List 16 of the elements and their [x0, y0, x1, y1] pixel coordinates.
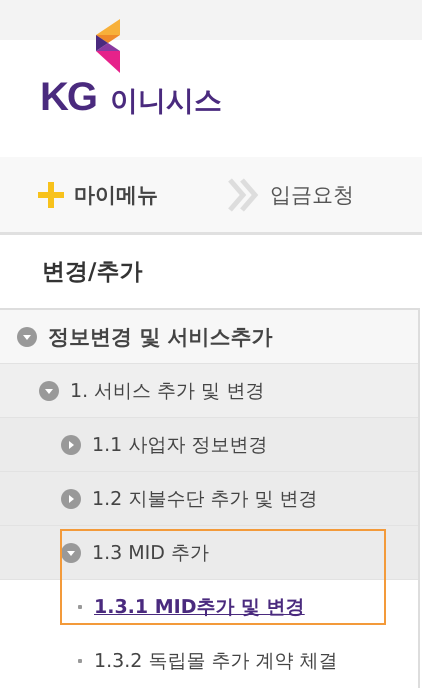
- tree-item[interactable]: 1. 서비스 추가 및 변경: [0, 364, 418, 418]
- tree-item[interactable]: 1.1 사업자 정보변경: [0, 418, 418, 472]
- plus-icon: [38, 182, 64, 208]
- mymenu-link[interactable]: 마이메뉴: [74, 180, 158, 208]
- bullet-icon: [78, 659, 82, 663]
- double-chevron-icon: [228, 178, 260, 212]
- tree-item[interactable]: 정보변경 및 서비스추가: [0, 310, 418, 364]
- tree-item[interactable]: 1.2 지불수단 추가 및 변경: [0, 472, 418, 526]
- bullet-icon: [78, 605, 82, 609]
- logo-name: 이니시스: [110, 87, 222, 115]
- tree-link[interactable]: 1.3.1 MID추가 및 변경: [94, 594, 305, 620]
- logo-text: KG: [40, 77, 96, 117]
- section-title: 변경/추가: [41, 258, 144, 287]
- breadcrumb-link[interactable]: 입금요청: [270, 180, 354, 208]
- tree-link[interactable]: 1.3.2 독립몰 추가 계약 체결: [94, 648, 338, 674]
- tree-item[interactable]: 1.3 MID 추가: [0, 526, 418, 580]
